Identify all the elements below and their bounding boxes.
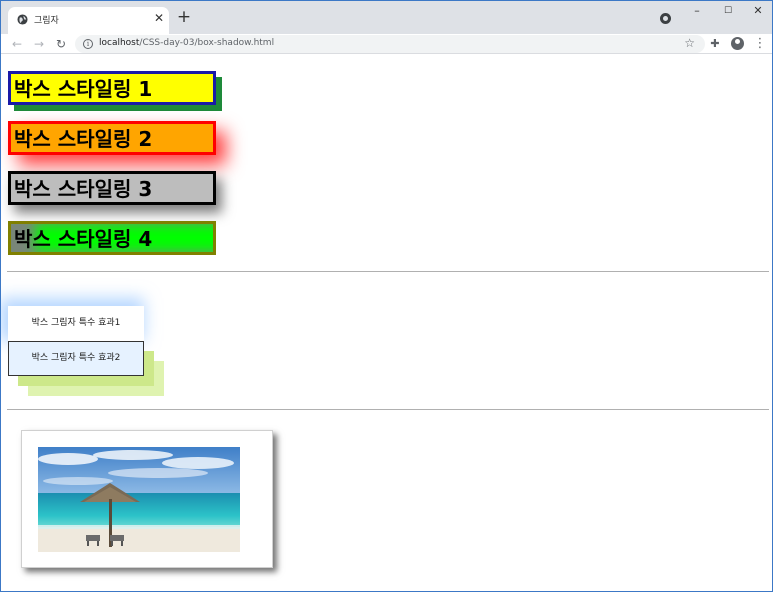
- globe-icon: [17, 14, 28, 25]
- arrow-right-icon[interactable]: →: [32, 37, 46, 51]
- effect-box-1: 박스 그림자 특수 효과1: [8, 306, 144, 341]
- star-icon[interactable]: ☆: [684, 36, 695, 50]
- maximize-icon[interactable]: ☐: [721, 4, 735, 18]
- kebab-menu-icon[interactable]: ⋮: [753, 37, 767, 51]
- address-bar[interactable]: i localhost/CSS-day-03/box-shadow.html ☆: [75, 35, 705, 53]
- minimize-icon[interactable]: –: [690, 4, 704, 18]
- beach-photo: [38, 447, 240, 552]
- url-text[interactable]: localhost/CSS-day-03/box-shadow.html: [99, 38, 274, 48]
- tab-strip: 그림자 ✕ + – ☐ ✕: [1, 1, 772, 34]
- browser-tab[interactable]: 그림자 ✕: [8, 7, 169, 34]
- styled-box-2: 박스 스타일링 2: [8, 121, 216, 155]
- close-icon[interactable]: ✕: [152, 11, 166, 25]
- effect-box-2: 박스 그림자 특수 효과2: [8, 341, 144, 376]
- window-close-icon[interactable]: ✕: [751, 4, 765, 18]
- page-content: 박스 스타일링 1 박스 스타일링 2 박스 스타일링 3 박스 스타일링 4 …: [1, 55, 772, 591]
- browser-window: 그림자 ✕ + – ☐ ✕ ← → ↻ i localhost/CSS-day-…: [0, 0, 773, 592]
- arrow-left-icon[interactable]: ←: [10, 37, 24, 51]
- avatar-icon[interactable]: [731, 37, 744, 50]
- divider: [7, 271, 769, 272]
- reload-icon[interactable]: ↻: [54, 37, 68, 51]
- divider: [7, 409, 769, 410]
- plus-icon[interactable]: +: [176, 9, 192, 26]
- styled-box-4: 박스 스타일링 4: [8, 221, 216, 255]
- info-icon[interactable]: i: [83, 39, 93, 49]
- url-host: localhost: [99, 38, 140, 48]
- tab-search-icon[interactable]: [660, 13, 671, 24]
- photo-frame: [21, 430, 273, 568]
- browser-toolbar: ← → ↻ i localhost/CSS-day-03/box-shadow.…: [1, 34, 772, 54]
- styled-box-1: 박스 스타일링 1: [8, 71, 216, 105]
- tab-title: 그림자: [34, 16, 59, 26]
- puzzle-icon[interactable]: ✚: [708, 37, 722, 51]
- url-path: /CSS-day-03/box-shadow.html: [139, 38, 275, 48]
- styled-box-3: 박스 스타일링 3: [8, 171, 216, 205]
